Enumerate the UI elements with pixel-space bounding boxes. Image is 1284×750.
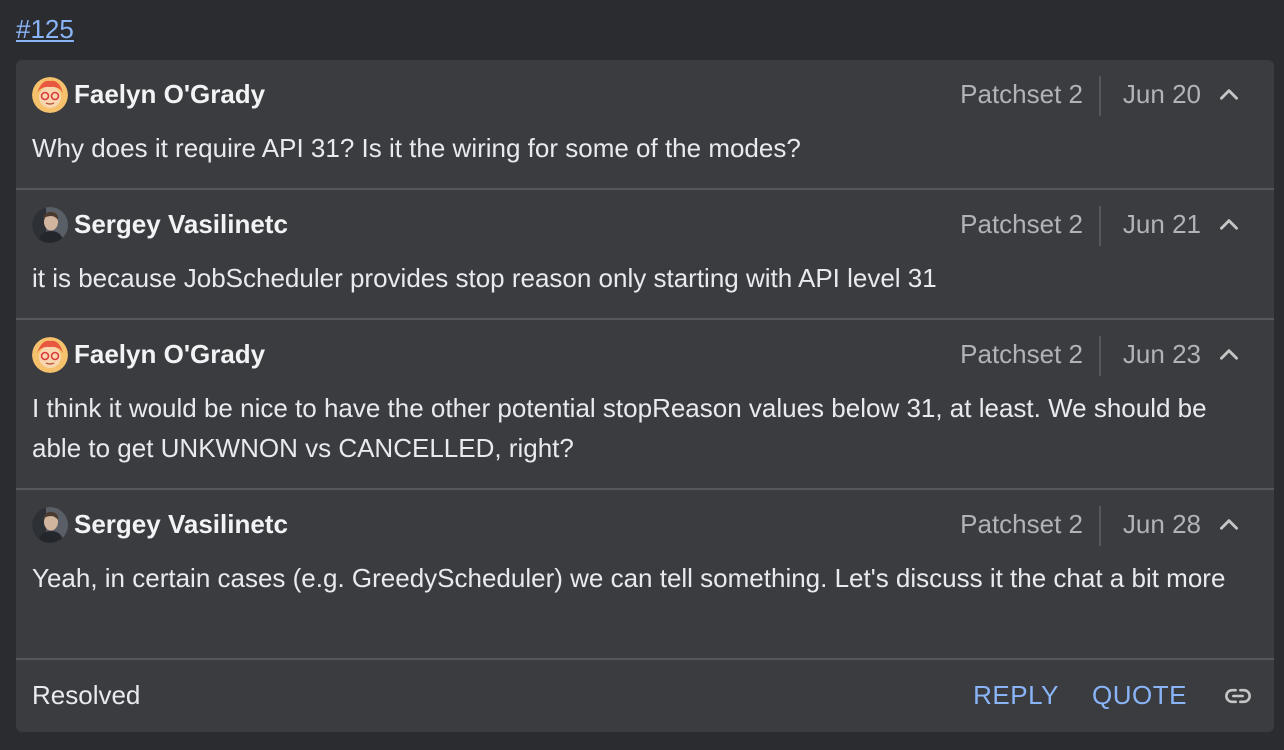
comment-header[interactable]: Sergey Vasilinetc Patchset 2 Jun 28 — [16, 490, 1274, 560]
thread-link[interactable]: #125 — [16, 14, 74, 45]
chevron-up-icon[interactable] — [1216, 82, 1242, 108]
author-name[interactable]: Faelyn O'Grady — [74, 79, 265, 110]
divider — [1099, 506, 1101, 546]
comment: Faelyn O'Grady Patchset 2 Jun 23 I think… — [16, 320, 1274, 490]
comment-text: Why does it require API 31? Is it the wi… — [32, 133, 801, 163]
page: #125 Faelyn O'Grady Patchset 2 Jun 20 Wh… — [0, 0, 1284, 750]
comment-date: Jun 28 — [1122, 509, 1201, 539]
comment-text: I think it would be nice to have the oth… — [32, 393, 1207, 463]
patchset-label[interactable]: Patchset 2 — [960, 509, 1083, 540]
avatar-photo-icon — [32, 507, 68, 543]
comment-date: Jun 21 — [1122, 209, 1201, 239]
thread-footer: Resolved REPLY QUOTE — [16, 660, 1274, 732]
divider — [1099, 206, 1101, 246]
quote-button[interactable]: QUOTE — [1092, 680, 1187, 711]
divider — [1099, 336, 1101, 376]
chevron-up-icon[interactable] — [1216, 212, 1242, 238]
patchset-label[interactable]: Patchset 2 — [960, 209, 1083, 240]
comment-date: Jun 23 — [1122, 339, 1201, 369]
comment-header[interactable]: Faelyn O'Grady Patchset 2 Jun 23 — [16, 320, 1274, 390]
chevron-up-icon[interactable] — [1216, 512, 1242, 538]
comment: Faelyn O'Grady Patchset 2 Jun 20 Why doe… — [16, 60, 1274, 190]
resolved-status: Resolved — [32, 680, 141, 710]
link-icon[interactable] — [1220, 682, 1256, 710]
divider — [1099, 76, 1101, 116]
comment: Sergey Vasilinetc Patchset 2 Jun 21 it i… — [16, 190, 1274, 320]
comment-date: Jun 20 — [1122, 79, 1201, 109]
avatar-cartoon-icon — [32, 77, 68, 113]
patchset-label[interactable]: Patchset 2 — [960, 339, 1083, 370]
avatar-photo-icon — [32, 207, 68, 243]
chevron-up-icon[interactable] — [1216, 342, 1242, 368]
reply-button[interactable]: REPLY — [973, 680, 1059, 711]
comment: Sergey Vasilinetc Patchset 2 Jun 28 Yeah… — [16, 490, 1274, 660]
author-name[interactable]: Sergey Vasilinetc — [74, 209, 288, 240]
comment-header[interactable]: Sergey Vasilinetc Patchset 2 Jun 21 — [16, 190, 1274, 260]
author-name[interactable]: Sergey Vasilinetc — [74, 509, 288, 540]
avatar-cartoon-icon — [32, 337, 68, 373]
comment-header[interactable]: Faelyn O'Grady Patchset 2 Jun 20 — [16, 60, 1274, 130]
patchset-label[interactable]: Patchset 2 — [960, 79, 1083, 110]
comment-text: it is because JobScheduler provides stop… — [32, 263, 937, 293]
comment-text: Yeah, in certain cases (e.g. GreedySched… — [32, 563, 1226, 593]
comment-thread: Faelyn O'Grady Patchset 2 Jun 20 Why doe… — [16, 60, 1274, 732]
author-name[interactable]: Faelyn O'Grady — [74, 339, 265, 370]
